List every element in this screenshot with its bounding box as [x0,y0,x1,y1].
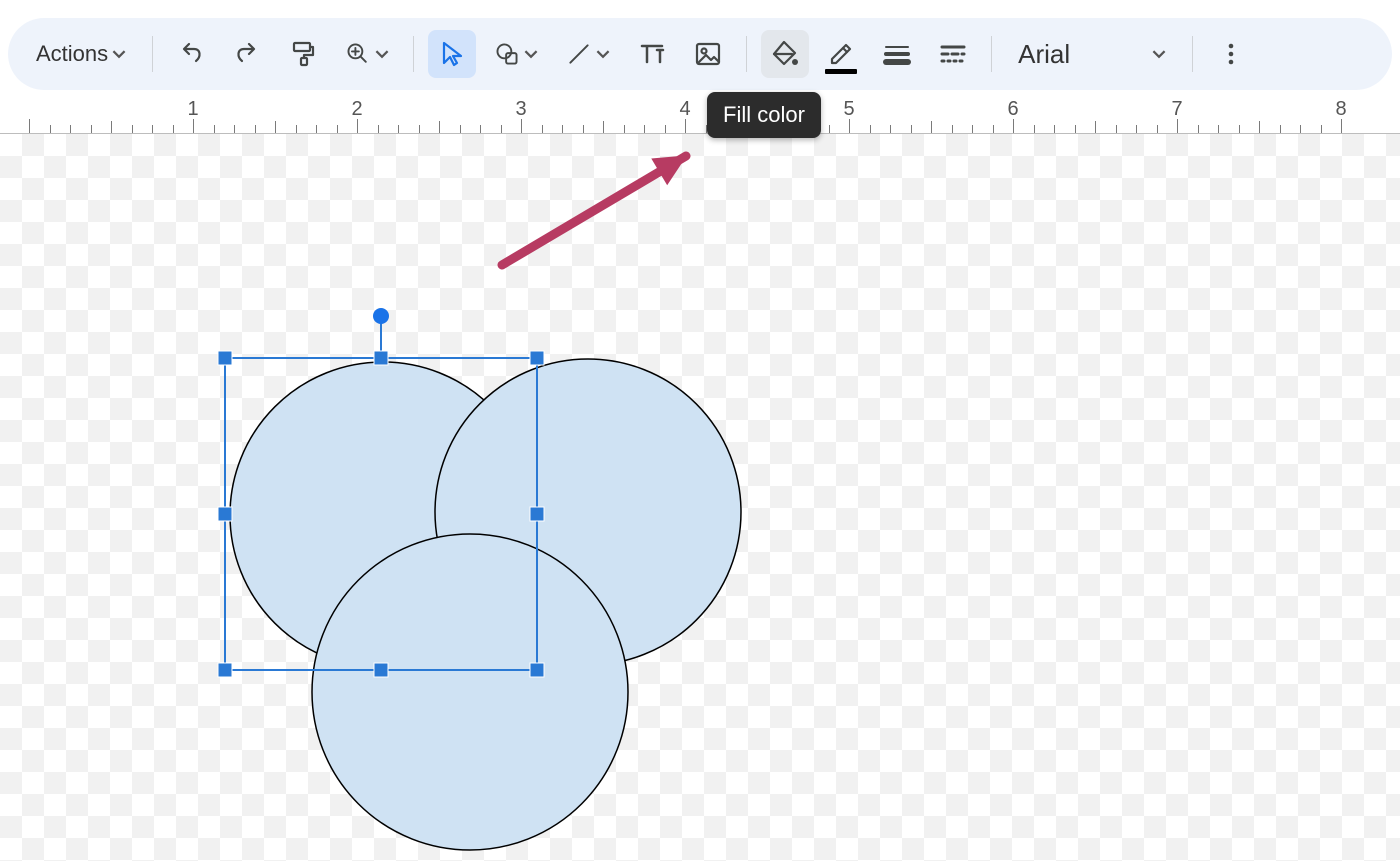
border-color-swatch [825,69,857,74]
toolbar-separator [1192,36,1193,72]
caret-down-icon [375,47,389,61]
ruler-label: 5 [843,98,854,121]
undo-button[interactable] [167,30,215,78]
font-family-label: Arial [1018,39,1070,70]
paint-roller-icon [288,39,318,69]
caret-down-icon [596,47,610,61]
text-icon [637,39,667,69]
actions-menu[interactable]: Actions [24,30,138,78]
ruler-label: 4 [679,98,690,121]
pencil-icon [826,39,856,69]
redo-button[interactable] [223,30,271,78]
actions-label: Actions [36,41,108,67]
image-icon [693,39,723,69]
caret-down-icon [1152,47,1166,61]
tooltip-text: Fill color [723,102,805,127]
more-vertical-icon [1216,39,1246,69]
toolbar-separator [991,36,992,72]
zoom-button[interactable] [335,30,399,78]
undo-icon [176,39,206,69]
font-family-select[interactable]: Arial [1002,39,1182,70]
select-tool-button[interactable] [428,30,476,78]
line-icon [566,41,592,67]
shapes-icon [494,41,520,67]
fill-color-tooltip: Fill color [707,92,821,138]
textbox-tool-button[interactable] [628,30,676,78]
redo-icon [232,39,262,69]
horizontal-ruler: 1 2 3 4 5 6 7 8 [0,98,1400,134]
toolbar: Actions [8,18,1392,90]
fill-color-button[interactable] [761,30,809,78]
caret-down-icon [524,47,538,61]
zoom-in-icon [345,41,371,67]
annotation-arrow [0,134,1400,861]
ruler-label: 7 [1171,98,1182,121]
caret-down-icon [112,47,126,61]
insert-image-button[interactable] [684,30,732,78]
ruler-label: 2 [351,98,362,121]
paint-format-button[interactable] [279,30,327,78]
toolbar-separator [413,36,414,72]
border-dash-button[interactable] [929,30,977,78]
line-weight-icon [882,39,912,69]
paint-bucket-icon [770,39,800,69]
border-color-button[interactable] [817,30,865,78]
ruler-label: 3 [515,98,526,121]
toolbar-separator [746,36,747,72]
ruler-label: 6 [1007,98,1018,121]
cursor-icon [437,39,467,69]
drawing-canvas[interactable] [0,134,1400,861]
ruler-label: 1 [187,98,198,121]
more-options-button[interactable] [1207,30,1255,78]
toolbar-separator [152,36,153,72]
line-dash-icon [938,39,968,69]
border-weight-button[interactable] [873,30,921,78]
shape-tool-button[interactable] [484,30,548,78]
ruler-label: 8 [1335,98,1346,121]
line-tool-button[interactable] [556,30,620,78]
